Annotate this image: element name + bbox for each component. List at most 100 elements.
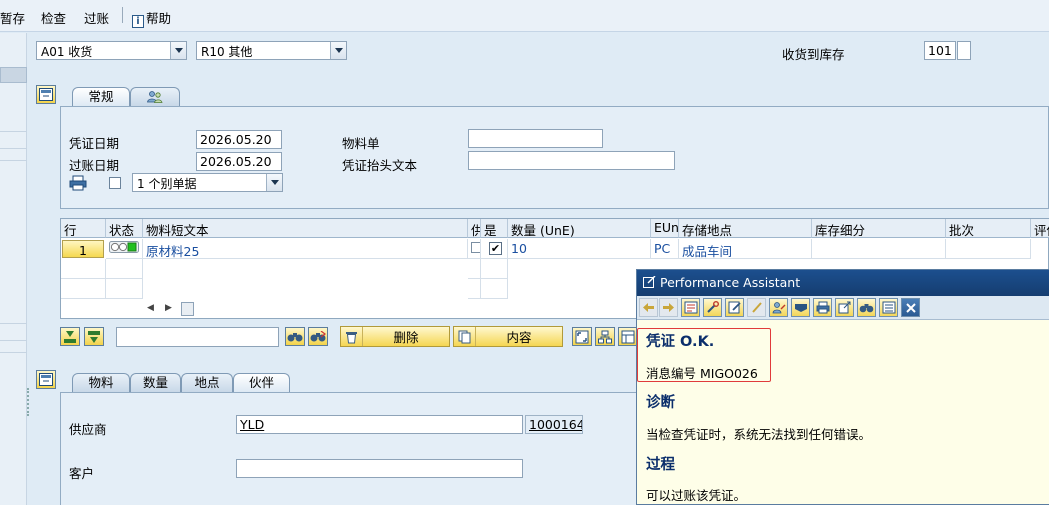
left-navigation-strip: [0, 33, 27, 505]
col-header-status[interactable]: 状态: [106, 219, 143, 238]
action-select[interactable]: A01 收货: [36, 41, 187, 60]
print-checkbox[interactable]: [109, 177, 121, 189]
header-text-field[interactable]: [468, 151, 675, 170]
layout-button[interactable]: [618, 327, 638, 346]
arrow-right-icon: [663, 303, 674, 312]
col-header-stock-segment[interactable]: 库存细分: [812, 219, 946, 238]
movement-type-field[interactable]: 101: [924, 41, 956, 60]
tab-location[interactable]: 地点: [181, 373, 233, 392]
chevron-down-icon[interactable]: [170, 42, 186, 59]
vendor-field[interactable]: YLD: [236, 415, 523, 434]
print-icon[interactable]: [69, 175, 87, 191]
edit-button[interactable]: [725, 298, 744, 317]
col-header-valuation[interactable]: 评估: [1031, 219, 1049, 238]
scroll-left-icon[interactable]: ◀: [147, 303, 154, 313]
hierarchy-button[interactable]: [595, 327, 615, 346]
user-settings-button[interactable]: [769, 298, 788, 317]
technical-info-button[interactable]: [703, 298, 722, 317]
tab-quantity[interactable]: 数量: [130, 373, 181, 392]
search-help-button[interactable]: [857, 298, 876, 317]
menu-post[interactable]: 过账: [84, 8, 109, 27]
chevron-down-icon[interactable]: [266, 174, 282, 191]
col-header-storage-location[interactable]: 存储地点: [679, 219, 812, 238]
material-slip-field[interactable]: [468, 129, 603, 148]
batch-cell[interactable]: [946, 239, 1031, 259]
scroll-thumb[interactable]: [181, 302, 194, 316]
grid-horizontal-scrollbar[interactable]: ◀ ▶: [145, 301, 475, 317]
left-strip-selected[interactable]: [0, 67, 27, 83]
highlight-box: [637, 328, 771, 382]
material-text-cell[interactable]: 原材料25: [143, 239, 468, 259]
annotate-button[interactable]: [747, 298, 766, 317]
ok-cell[interactable]: ✔: [481, 239, 508, 259]
unit-cell[interactable]: PC: [651, 239, 679, 259]
find-next-button[interactable]: [308, 327, 328, 346]
vendor-cell[interactable]: [468, 239, 481, 259]
procedure-text: 可以过账该凭证。: [646, 488, 747, 503]
status-cell: [106, 239, 143, 259]
close-help-button[interactable]: [901, 298, 920, 317]
tab-partner[interactable]: 伙伴: [233, 373, 290, 392]
grid-search-input[interactable]: [116, 327, 279, 347]
menu-check[interactable]: 检查: [41, 8, 66, 27]
empty-cell: [481, 259, 508, 279]
left-strip-divider: [0, 340, 27, 341]
customer-field[interactable]: [236, 459, 523, 478]
detail-toggle-button[interactable]: [36, 370, 56, 389]
delete-button[interactable]: 删除: [340, 326, 450, 347]
scroll-right-icon[interactable]: ▶: [165, 303, 172, 313]
forward-button[interactable]: [659, 298, 678, 317]
doc-date-label: 凭证日期: [69, 136, 120, 151]
reference-select[interactable]: R10 其他: [196, 41, 347, 60]
long-text-button[interactable]: [681, 298, 700, 317]
col-header-vendor[interactable]: 供: [468, 219, 481, 238]
col-header-material-text[interactable]: 物料短文本: [143, 219, 468, 238]
col-header-ok[interactable]: 是: [481, 219, 508, 238]
header-text-label: 凭证抬头文本: [342, 158, 418, 173]
deselect-all-button[interactable]: [84, 327, 104, 346]
header-toggle-button[interactable]: [36, 85, 56, 104]
doc-date-field[interactable]: 2026.05.20: [196, 130, 282, 149]
movement-indicator-field[interactable]: [957, 41, 971, 60]
find-button[interactable]: [285, 327, 305, 346]
row-line-number[interactable]: 1: [62, 240, 104, 258]
list-button[interactable]: [879, 298, 898, 317]
col-header-quantity[interactable]: 数量 (UnE): [508, 219, 651, 238]
left-strip-divider: [0, 131, 27, 132]
print-help-button[interactable]: [813, 298, 832, 317]
stock-segment-cell[interactable]: [812, 239, 946, 259]
select-all-button[interactable]: [60, 327, 80, 346]
ok-checkbox[interactable]: ✔: [489, 242, 502, 255]
post-date-field[interactable]: 2026.05.20: [196, 152, 282, 171]
chevron-down-icon[interactable]: [330, 42, 346, 59]
bookmark-button[interactable]: [791, 298, 810, 317]
print-option-select[interactable]: 1 个别单据: [132, 173, 283, 192]
print-option-value: 1 个别单据: [137, 177, 197, 191]
storage-location-cell[interactable]: 成品车间: [679, 239, 812, 259]
menu-separator: [122, 7, 123, 23]
deselect-all-icon: [88, 330, 100, 343]
vendor-checkbox[interactable]: [471, 242, 480, 253]
list-icon: [882, 301, 895, 314]
splitter-handle[interactable]: [27, 388, 31, 416]
col-header-line[interactable]: 行: [61, 219, 106, 238]
performance-assistant-titlebar[interactable]: Performance Assistant: [637, 270, 1049, 296]
tab-general[interactable]: 常规: [72, 87, 130, 106]
left-strip-divider: [0, 352, 27, 353]
col-header-batch[interactable]: 批次: [946, 219, 1031, 238]
tab-partner-icon[interactable]: [130, 87, 180, 106]
col-header-unit[interactable]: EUn: [651, 219, 679, 238]
export-button[interactable]: [835, 298, 854, 317]
empty-cell: [468, 279, 481, 299]
content-button[interactable]: 内容: [453, 326, 563, 347]
menu-save-draft[interactable]: 暂存: [0, 8, 25, 27]
expand-all-button[interactable]: [572, 327, 592, 346]
collapse-detail-icon: [39, 373, 53, 386]
menu-help[interactable]: i 帮助: [132, 8, 171, 28]
quantity-cell[interactable]: 10: [508, 239, 651, 259]
vendor-number-field: 1000164: [525, 415, 583, 434]
back-button[interactable]: [639, 298, 658, 317]
arrow-left-icon: [643, 303, 654, 312]
empty-cell: [468, 259, 481, 279]
tab-material[interactable]: 物料: [72, 373, 130, 392]
